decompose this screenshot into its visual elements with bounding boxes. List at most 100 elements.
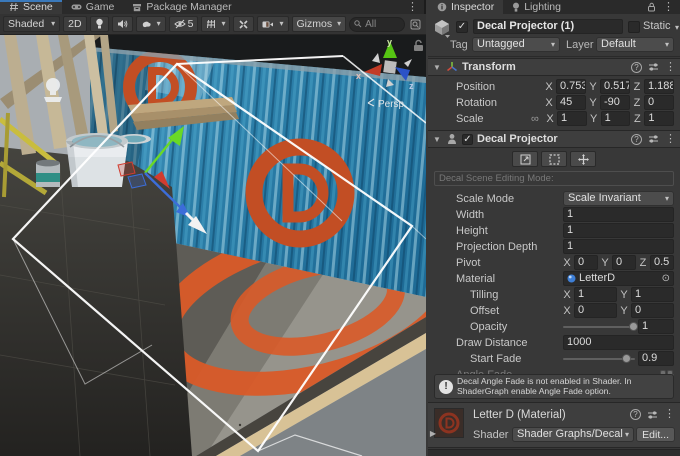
height-field[interactable]: 1 — [563, 223, 674, 238]
chevron-down-icon: ▾ — [51, 20, 55, 28]
offset-x-field[interactable]: 0 — [574, 303, 617, 318]
presets-icon[interactable] — [648, 134, 659, 144]
scale-y-field[interactable]: 1 — [601, 111, 631, 126]
scene-visibility-toggle[interactable]: 5 — [169, 16, 199, 32]
scene-effects-dropdown[interactable]: ▾ — [136, 16, 166, 32]
projection-mode-label[interactable]: Persp — [378, 99, 405, 110]
kebab-icon[interactable]: ⋮ — [665, 62, 676, 73]
inspector-footer — [428, 449, 680, 456]
gizmos-dropdown[interactable]: Gizmos ▾ — [292, 16, 347, 32]
scene-search-input[interactable]: All — [349, 17, 405, 32]
foldout-icon[interactable]: ▶ — [428, 429, 438, 438]
axis-z-label: z — [409, 81, 414, 91]
shading-mode-dropdown[interactable]: Shaded ▾ — [3, 16, 60, 32]
rotation-z-field[interactable]: 0 — [644, 95, 674, 110]
2d-label: 2D — [68, 18, 81, 30]
gizmo-plane-x[interactable] — [118, 162, 135, 176]
kebab-icon[interactable]: ⋮ — [663, 2, 674, 13]
tab-package-manager[interactable]: Package Manager — [123, 0, 240, 14]
help-icon[interactable]: ? — [630, 409, 641, 420]
link-scale-icon[interactable]: ∞ — [531, 113, 543, 125]
foldout-icon[interactable]: ▼ — [432, 63, 442, 72]
package-icon — [132, 3, 142, 12]
lock-icon[interactable] — [647, 2, 656, 12]
rotation-y-field[interactable]: -90 — [600, 95, 630, 110]
position-y-field[interactable]: 0.517 — [600, 79, 630, 94]
gameobject-cube-icon[interactable] — [433, 19, 451, 39]
position-x-field[interactable]: 0.753 — [556, 79, 586, 94]
tab-game[interactable]: Game — [62, 0, 124, 14]
tag-dropdown[interactable]: Untagged ▾ — [472, 37, 560, 52]
scene-tools-button[interactable] — [233, 16, 254, 32]
scale-x-field[interactable]: 1 — [557, 111, 587, 126]
help-icon[interactable]: ? — [631, 134, 642, 145]
tab-lighting[interactable]: Lighting — [503, 0, 570, 14]
speaker-icon — [117, 19, 128, 29]
opacity-slider[interactable] — [563, 319, 635, 334]
start-fade-slider[interactable] — [563, 351, 635, 366]
tab-inspector[interactable]: Inspector — [428, 0, 503, 14]
scene-camera-dropdown[interactable]: ▾ — [257, 16, 288, 32]
shader-label: Shader — [473, 429, 508, 441]
tilling-label: Tilling — [470, 289, 560, 301]
layer-dropdown[interactable]: Default ▾ — [596, 37, 674, 52]
material-object-field[interactable]: LetterD ⊙ — [563, 271, 674, 286]
foldout-icon[interactable]: ▼ — [432, 135, 442, 144]
scale-z-field[interactable]: 1 — [644, 111, 674, 126]
position-label: Position — [456, 81, 542, 93]
crop-edit-mode-button[interactable] — [541, 151, 567, 167]
scene-audio-toggle[interactable] — [112, 16, 133, 32]
opacity-field[interactable]: 1 — [638, 319, 674, 334]
active-checkbox[interactable]: ✓ — [456, 21, 468, 33]
axis-z: Z — [633, 81, 641, 93]
projection-depth-field[interactable]: 1 — [563, 239, 674, 254]
tab-scene[interactable]: Scene — [0, 0, 62, 14]
pivot-y-field[interactable]: 0 — [612, 255, 636, 270]
axis-x: X — [563, 257, 571, 269]
transform-header[interactable]: ▼ Transform ? ⋮ — [428, 58, 680, 76]
scale-mode-dropdown[interactable]: Scale Invariant ▾ — [563, 191, 674, 206]
pivot-edit-mode-button[interactable] — [570, 151, 596, 167]
tag-value: Untagged — [477, 38, 525, 51]
object-picker-icon[interactable]: ⊙ — [662, 272, 670, 285]
presets-icon[interactable] — [648, 62, 659, 72]
tab-inspector-label: Inspector — [451, 1, 494, 13]
kebab-icon[interactable]: ⋮ — [665, 134, 676, 145]
scale-edit-mode-button[interactable] — [512, 151, 538, 167]
kebab-icon[interactable]: ⋮ — [664, 409, 675, 420]
chevron-down-icon: ▾ — [665, 41, 669, 49]
pivot-x-field[interactable]: 0 — [574, 255, 598, 270]
crop-mode-icon — [549, 154, 560, 165]
position-z-field[interactable]: 1.188 — [644, 79, 674, 94]
search-window-icon — [410, 19, 421, 30]
info-icon — [437, 2, 447, 12]
component-enabled-checkbox[interactable]: ✓ — [462, 134, 473, 145]
2d-toggle-button[interactable]: 2D — [63, 16, 86, 32]
shader-dropdown[interactable]: Shader Graphs/Decal ▾ — [512, 427, 634, 442]
rotation-x-field[interactable]: 45 — [556, 95, 586, 110]
material-preview-thumbnail[interactable] — [434, 408, 464, 438]
axis-y-label: y — [387, 37, 392, 47]
decal-projector-header[interactable]: ▼ ✓ Decal Projector ? ⋮ — [428, 130, 680, 148]
shader-edit-button[interactable]: Edit... — [636, 427, 675, 442]
width-field[interactable]: 1 — [563, 207, 674, 222]
wrench-icon — [238, 19, 249, 30]
start-fade-field[interactable]: 0.9 — [638, 351, 674, 366]
offset-y-field[interactable]: 0 — [631, 303, 674, 318]
static-dropdown-caret[interactable]: ▾ — [675, 24, 679, 32]
scene-viewport[interactable]: y x z Persp — [0, 35, 426, 456]
scene-grid-dropdown[interactable]: ▾ — [201, 16, 230, 32]
pivot-z-field[interactable]: 0.5 — [650, 255, 674, 270]
static-checkbox[interactable] — [628, 21, 640, 33]
tilling-x-field[interactable]: 1 — [574, 287, 617, 302]
material-sphere-icon — [567, 274, 576, 283]
tilling-y-field[interactable]: 1 — [631, 287, 674, 302]
search-window-button[interactable] — [408, 16, 423, 32]
help-icon[interactable]: ? — [631, 62, 642, 73]
draw-distance-field[interactable]: 1000 — [563, 335, 674, 350]
scene-tab-menu[interactable]: ⋮ — [401, 0, 424, 14]
inspector-tabstrip: Inspector Lighting ⋮ — [428, 0, 680, 14]
scene-lighting-toggle[interactable] — [90, 16, 109, 32]
presets-icon[interactable] — [647, 410, 658, 420]
gameobject-name-field[interactable]: Decal Projector (1) — [473, 19, 623, 34]
